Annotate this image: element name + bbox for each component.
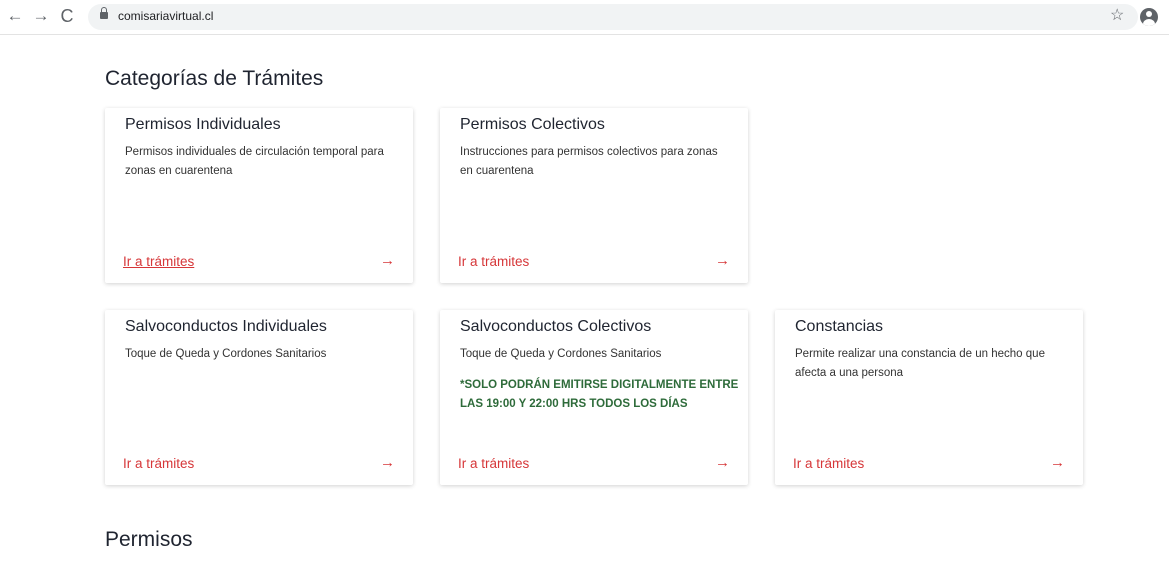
card-salvoconductos-colectivos: Salvoconductos Colectivos Toque de Queda… <box>440 310 748 485</box>
arrow-right-icon[interactable]: → <box>715 252 730 269</box>
arrow-right-icon[interactable]: → <box>715 454 730 471</box>
card-description: Toque de Queda y Cordones Sanitarios <box>460 348 662 360</box>
browser-toolbar: ← → C comisariavirtual.cl ☆ <box>0 0 1169 35</box>
card-title: Salvoconductos Individuales <box>125 318 327 335</box>
lock-icon <box>100 7 108 19</box>
arrow-right-icon[interactable]: → <box>380 454 395 471</box>
card-description: Instrucciones para permisos colectivos p… <box>460 146 718 177</box>
url-text[interactable]: comisariavirtual.cl <box>118 9 213 23</box>
ir-a-tramites-link[interactable]: Ir a trámites <box>458 456 529 471</box>
card-description: Permite realizar una constancia de un he… <box>795 348 1045 379</box>
permisos-heading: Permisos <box>105 528 193 551</box>
card-salvoconductos-individuales: Salvoconductos Individuales Toque de Que… <box>105 310 413 485</box>
ir-a-tramites-link[interactable]: Ir a trámites <box>123 456 194 471</box>
card-permisos-colectivos: Permisos Colectivos Instrucciones para p… <box>440 108 748 283</box>
profile-avatar-icon[interactable] <box>1140 8 1158 26</box>
card-title: Constancias <box>795 318 884 335</box>
address-bar[interactable]: comisariavirtual.cl <box>88 4 1138 30</box>
card-description: Permisos individuales de circulación tem… <box>125 146 384 177</box>
card-title: Salvoconductos Colectivos <box>460 318 652 335</box>
card-title: Permisos Colectivos <box>460 116 605 133</box>
card-constancias: Constancias Permite realizar una constan… <box>775 310 1083 485</box>
card-title: Permisos Individuales <box>125 116 281 133</box>
categories-heading: Categorías de Trámites <box>105 67 324 90</box>
ir-a-tramites-link[interactable]: Ir a trámites <box>793 456 864 471</box>
card-description: Toque de Queda y Cordones Sanitarios <box>125 348 327 360</box>
card-permisos-individuales: Permisos Individuales Permisos individua… <box>105 108 413 283</box>
forward-arrow-icon[interactable]: → <box>30 5 52 27</box>
arrow-right-icon[interactable]: → <box>380 252 395 269</box>
reload-icon[interactable]: C <box>56 5 78 27</box>
bookmark-star-icon[interactable]: ☆ <box>1110 6 1124 26</box>
ir-a-tramites-link[interactable]: Ir a trámites <box>123 254 194 269</box>
back-arrow-icon[interactable]: ← <box>4 5 26 27</box>
schedule-notice: *SOLO PODRÁN EMITIRSE DIGITALMENTE ENTRE… <box>460 379 739 410</box>
arrow-right-icon[interactable]: → <box>1050 454 1065 471</box>
ir-a-tramites-link[interactable]: Ir a trámites <box>458 254 529 269</box>
